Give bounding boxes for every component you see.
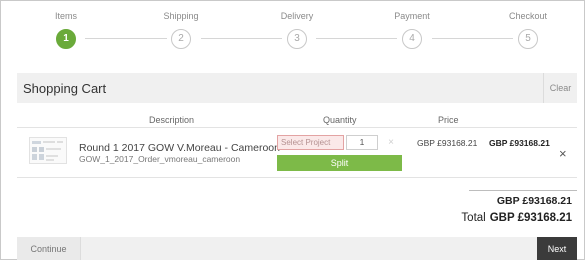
step-connector: [432, 38, 513, 39]
step-label-checkout: Checkout: [508, 11, 548, 21]
item-filename: GOW_1_2017_Order_vmoreau_cameroon: [79, 154, 241, 164]
close-icon[interactable]: ×: [559, 147, 567, 160]
clear-button[interactable]: Clear: [543, 73, 577, 103]
step-circle-payment[interactable]: 4: [402, 29, 422, 49]
column-header-quantity: Quantity: [323, 115, 357, 125]
split-button[interactable]: Split: [277, 155, 402, 171]
step-label-payment: Payment: [394, 11, 430, 21]
step-circle-shipping[interactable]: 2: [171, 29, 191, 49]
column-header-price: Price: [438, 115, 459, 125]
step-connector: [316, 38, 397, 39]
total-label: Total: [461, 212, 486, 224]
checkout-window: Items Shipping Delivery Payment Checkout…: [0, 0, 585, 260]
cart-header: Shopping Cart Clear: [17, 73, 577, 103]
step-label-shipping: Shipping: [163, 11, 199, 21]
step-circle-items[interactable]: 1: [56, 29, 76, 49]
continue-button[interactable]: Continue: [17, 237, 81, 260]
total-amount: GBP £93168.21: [489, 212, 572, 224]
step-connector: [85, 38, 167, 39]
footer-bar: Continue Next: [17, 237, 577, 260]
divider: [469, 190, 577, 191]
item-title: Round 1 2017 GOW V.Moreau - Cameroon: [79, 142, 280, 154]
step-circle-delivery[interactable]: 3: [287, 29, 307, 49]
next-button[interactable]: Next: [537, 237, 577, 260]
divider: [17, 127, 577, 128]
step-label-items: Items: [54, 11, 77, 21]
item-line-total: GBP £93168.21: [489, 138, 550, 148]
divider: [17, 177, 577, 178]
page-title: Shopping Cart: [23, 81, 107, 96]
clear-quantity-icon[interactable]: ×: [384, 135, 398, 150]
select-project-dropdown[interactable]: Select Project: [277, 135, 344, 150]
column-header-description: Description: [149, 115, 195, 125]
subtotal-amount: GBP £93168.21: [496, 195, 572, 207]
quantity-input[interactable]: 1: [346, 135, 378, 150]
grand-total: Total GBP £93168.21: [461, 212, 572, 224]
step-label-delivery: Delivery: [280, 11, 314, 21]
checkout-stepper: Items Shipping Delivery Payment Checkout…: [1, 1, 585, 63]
item-price: GBP £93168.21: [417, 138, 478, 148]
step-connector: [201, 38, 282, 39]
step-circle-checkout[interactable]: 5: [518, 29, 538, 49]
document-thumbnail-icon: [29, 137, 67, 164]
